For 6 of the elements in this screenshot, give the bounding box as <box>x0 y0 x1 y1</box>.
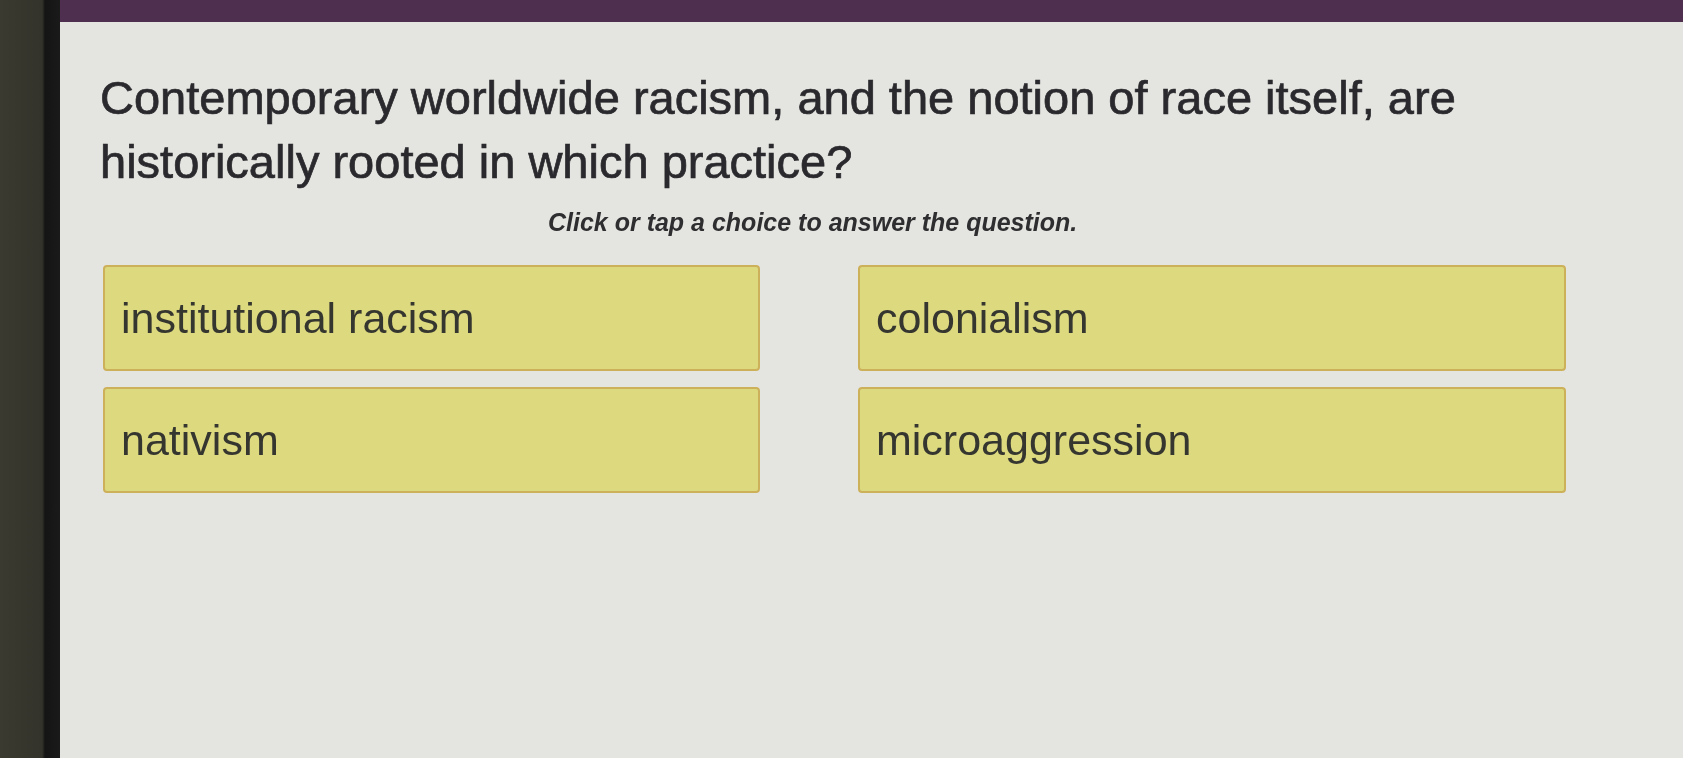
answer-choice[interactable]: nativism <box>103 387 760 493</box>
answer-choice[interactable]: colonialism <box>858 265 1566 371</box>
answer-choice[interactable]: institutional racism <box>103 265 760 371</box>
question-text: Contemporary worldwide racism, and the notion of race itself, are historically rooted in which practice? <box>100 70 1457 190</box>
answer-choice[interactable]: microaggression <box>858 387 1566 493</box>
instruction-text: Click or tap a choice to answer the question. <box>548 208 1078 237</box>
